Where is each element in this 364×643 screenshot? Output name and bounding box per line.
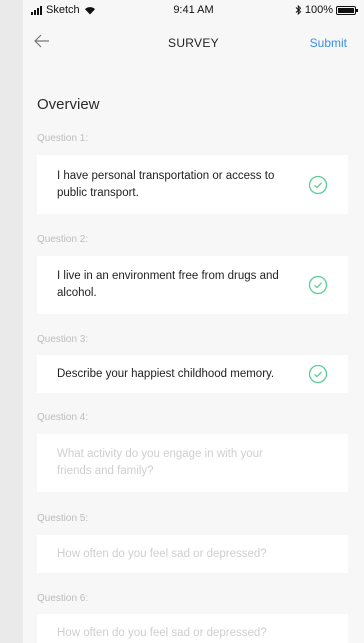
question-label-4: Question 4: [37,412,89,423]
question-placeholder-6: How often do you feel sad or depressed? [57,626,267,639]
bluetooth-icon [295,5,302,15]
question-label-3: Question 3: [37,334,89,345]
navigation-bar: SURVEY Submit [23,22,364,62]
question-text-2: I live in an environment free from drugs… [57,270,279,299]
question-placeholder-4: What activity do you engage in with your… [57,448,263,477]
battery-icon [336,5,358,15]
question-card-2[interactable]: I live in an environment free from drugs… [37,256,348,314]
question-label-6: Question 6: [37,593,89,604]
question-label-5: Question 5: [37,513,89,524]
phone-screen: Sketch 9:41 AM 100% SURVEY Submit Overvi… [23,0,364,643]
battery-percent: 100% [304,4,333,16]
question-text-1: I have personal transportation or access… [57,169,275,199]
submit-button[interactable]: Submit [310,36,347,50]
question-input-6[interactable]: How often do you feel sad or depressed? [37,614,348,643]
question-label-1: Question 1: [37,133,89,144]
question-card-1[interactable]: I have personal transportation or access… [37,155,348,214]
check-circle-icon [308,275,328,295]
question-label-2: Question 2: [37,234,89,245]
check-circle-icon [308,175,328,194]
section-title: Overview [37,96,100,113]
check-circle-icon [308,364,328,384]
question-placeholder-5: How often do you feel sad or depressed? [57,547,267,560]
status-bar: Sketch 9:41 AM 100% [23,0,364,22]
question-text-3: Describe your happiest childhood memory. [57,367,275,380]
status-right: 100% [295,4,358,16]
question-input-5[interactable]: How often do you feel sad or depressed? [37,535,348,573]
question-card-3[interactable]: Describe your happiest childhood memory. [37,355,348,393]
question-input-4[interactable]: What activity do you engage in with your… [37,434,348,492]
